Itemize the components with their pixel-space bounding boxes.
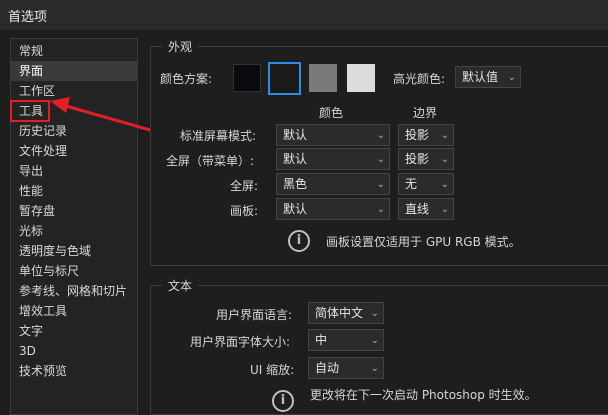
- fullscreen-color-select[interactable]: 黑色 ⌄: [276, 173, 390, 195]
- highlight-color-select[interactable]: 默认值 ⌄: [455, 66, 521, 88]
- select-value: 默认: [283, 152, 308, 166]
- artboard-note: 画板设置仅适用于 GPU RGB 模式。: [326, 235, 521, 249]
- select-value: 简体中文: [315, 306, 364, 320]
- chevron-down-icon: ⌄: [507, 72, 516, 83]
- sidebar-item-performance[interactable]: 性能: [11, 181, 137, 201]
- column-header-border: 边界: [413, 106, 438, 120]
- fullscreen-menu-border-select[interactable]: 投影 ⌄: [398, 148, 454, 170]
- ui-font-size-select[interactable]: 中 ⌄: [308, 329, 384, 351]
- sidebar-item-tools[interactable]: 工具: [10, 100, 50, 122]
- select-value: 默认: [283, 128, 308, 142]
- fullscreen-border-select[interactable]: 无 ⌄: [398, 173, 454, 195]
- ui-language-select[interactable]: 简体中文 ⌄: [308, 302, 384, 324]
- restart-note: 更改将在下一次启动 Photoshop 时生效。: [310, 388, 537, 402]
- chevron-down-icon: ⌄: [440, 154, 449, 165]
- info-icon: i: [272, 390, 294, 412]
- ui-scale-label: UI 缩放:: [250, 363, 295, 377]
- select-value: 默认: [283, 202, 308, 216]
- ui-language-label: 用户界面语言:: [216, 308, 293, 322]
- select-value: 黑色: [283, 177, 308, 191]
- color-swatch-medium[interactable]: [309, 64, 337, 92]
- ui-scale-select[interactable]: 自动 ⌄: [308, 357, 384, 379]
- color-scheme-label: 颜色方案:: [160, 72, 213, 86]
- select-value: 无: [405, 177, 418, 191]
- sidebar-item-transparency[interactable]: 透明度与色域: [11, 241, 137, 261]
- row-label-fullscreen-menu: 全屏（带菜单）:: [166, 154, 255, 168]
- select-value: 自动: [315, 361, 340, 375]
- chevron-down-icon: ⌄: [376, 130, 385, 141]
- color-swatch-black[interactable]: [233, 64, 261, 92]
- chevron-down-icon: ⌄: [440, 204, 449, 215]
- artboard-color-select[interactable]: 默认 ⌄: [276, 198, 390, 220]
- select-value: 投影: [405, 152, 430, 166]
- artboard-border-select[interactable]: 直线 ⌄: [398, 198, 454, 220]
- window-title-bar: 首选项: [0, 0, 608, 30]
- highlight-color-label: 高光颜色:: [393, 72, 446, 86]
- chevron-down-icon: ⌄: [376, 204, 385, 215]
- highlight-color-value: 默认值: [462, 70, 499, 84]
- row-label-fullscreen: 全屏:: [230, 179, 259, 193]
- column-header-color: 颜色: [319, 106, 344, 120]
- chevron-down-icon: ⌄: [440, 130, 449, 141]
- row-label-standard-screen: 标准屏幕模式:: [180, 129, 257, 143]
- standard-screen-color-select[interactable]: 默认 ⌄: [276, 124, 390, 146]
- sidebar-item-cursors[interactable]: 光标: [11, 221, 137, 241]
- sidebar-item-history[interactable]: 历史记录: [11, 121, 137, 141]
- fullscreen-menu-color-select[interactable]: 默认 ⌄: [276, 148, 390, 170]
- chevron-down-icon: ⌄: [440, 179, 449, 190]
- appearance-legend: 外观: [162, 38, 199, 55]
- chevron-down-icon: ⌄: [370, 308, 379, 319]
- sidebar-item-general[interactable]: 常规: [11, 41, 137, 61]
- window-title: 首选项: [8, 9, 48, 25]
- sidebar-item-units[interactable]: 单位与标尺: [11, 261, 137, 281]
- sidebar-item-tech-preview[interactable]: 技术预览: [11, 361, 137, 381]
- text-legend: 文本: [162, 277, 199, 294]
- select-value: 投影: [405, 128, 430, 142]
- ui-font-size-label: 用户界面字体大小:: [190, 335, 291, 349]
- sidebar-item-export[interactable]: 导出: [11, 161, 137, 181]
- sidebar-item-workspace[interactable]: 工作区: [11, 81, 137, 101]
- info-icon: i: [288, 230, 310, 252]
- color-swatch-light[interactable]: [347, 64, 375, 92]
- chevron-down-icon: ⌄: [370, 363, 379, 374]
- sidebar-item-3d[interactable]: 3D: [11, 341, 137, 361]
- standard-screen-border-select[interactable]: 投影 ⌄: [398, 124, 454, 146]
- sidebar-item-guides[interactable]: 参考线、网格和切片: [11, 281, 137, 301]
- sidebar-item-scratch-disks[interactable]: 暂存盘: [11, 201, 137, 221]
- color-swatch-dark-selected[interactable]: [268, 62, 301, 95]
- chevron-down-icon: ⌄: [376, 179, 385, 190]
- chevron-down-icon: ⌄: [376, 154, 385, 165]
- preferences-sidebar: 常规 界面 工作区 工具 历史记录 文件处理 导出 性能 暂存盘 光标 透明度与…: [10, 38, 138, 415]
- sidebar-item-plugins[interactable]: 增效工具: [11, 301, 137, 321]
- chevron-down-icon: ⌄: [370, 335, 379, 346]
- sidebar-item-type[interactable]: 文字: [11, 321, 137, 341]
- select-value: 中: [315, 333, 328, 347]
- row-label-artboard: 画板:: [230, 204, 259, 218]
- sidebar-item-interface[interactable]: 界面: [11, 61, 137, 81]
- select-value: 直线: [405, 202, 430, 216]
- sidebar-item-file-handling[interactable]: 文件处理: [11, 141, 137, 161]
